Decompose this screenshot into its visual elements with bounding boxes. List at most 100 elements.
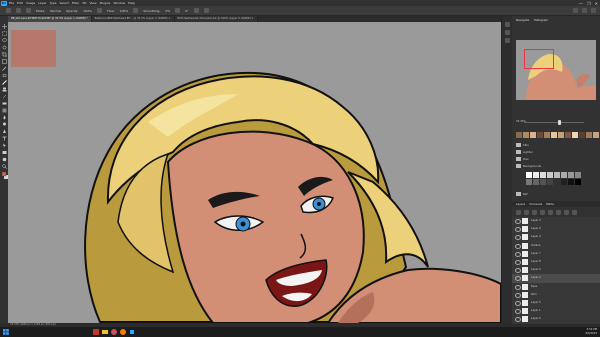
tab-layers[interactable]: Layers [516, 202, 525, 206]
hand-tool-icon[interactable] [2, 157, 7, 162]
visibility-eye-icon[interactable] [515, 301, 521, 306]
mask-icon[interactable] [556, 210, 561, 215]
layer-row[interactable]: Layer 0 [512, 315, 600, 325]
color-swatch[interactable] [572, 132, 578, 138]
visibility-eye-icon[interactable] [515, 292, 521, 298]
rectangle-tool-icon[interactable] [2, 150, 7, 155]
gray-swatch[interactable] [554, 179, 560, 185]
menu-select[interactable]: Select [60, 1, 69, 5]
quick-select-tool-icon[interactable] [2, 45, 7, 50]
browser-icon[interactable] [120, 329, 126, 335]
menu-filter[interactable]: Filter [72, 1, 79, 5]
lock-icon[interactable] [532, 210, 537, 215]
type-tool-icon[interactable] [2, 136, 7, 141]
gray-swatch[interactable] [540, 179, 546, 185]
color-swatch[interactable] [586, 132, 592, 138]
close-button[interactable]: ✕ [595, 1, 598, 6]
menu-type[interactable]: Type [50, 1, 57, 5]
clone-stamp-tool-icon[interactable] [2, 87, 7, 92]
menu-window[interactable]: Window [113, 1, 125, 5]
history-panel-icon[interactable] [505, 22, 510, 27]
eraser-tool-icon[interactable] [2, 101, 7, 106]
color-swatch[interactable] [565, 132, 571, 138]
symmetry-icon[interactable] [203, 8, 209, 13]
taskbar-clock[interactable]: 4:52 PM 9/5/2023 [585, 328, 597, 335]
visibility-eye-icon[interactable] [515, 309, 521, 315]
navigator-view-frame[interactable] [524, 49, 554, 69]
browser-icon[interactable] [111, 329, 117, 335]
gray-swatch[interactable] [561, 172, 567, 178]
menu-layer[interactable]: Layer [38, 1, 46, 5]
color-swatch[interactable] [516, 132, 522, 138]
swatch-folder-hair[interactable]: Hair [516, 156, 529, 162]
visibility-eye-icon[interactable] [515, 243, 521, 249]
new-layer-icon[interactable] [564, 210, 569, 215]
color-swatch[interactable] [537, 132, 543, 138]
link-icon[interactable] [540, 210, 545, 215]
taskbar-app-icon[interactable] [93, 329, 99, 335]
gray-swatch[interactable] [533, 179, 539, 185]
gray-swatch[interactable] [526, 172, 532, 178]
smoothing-value[interactable]: 0% [165, 9, 170, 13]
opacity-value[interactable]: 100% [83, 9, 92, 13]
menu-3d[interactable]: 3D [82, 1, 86, 5]
dodge-tool-icon[interactable] [2, 122, 7, 127]
flow-value[interactable]: 100% [120, 9, 129, 13]
minimize-button[interactable]: — [579, 1, 583, 6]
gray-swatch[interactable] [540, 172, 546, 178]
properties-panel-icon[interactable] [505, 30, 510, 35]
gradient-tool-icon[interactable] [2, 108, 7, 113]
photoshop-taskbar-icon[interactable] [129, 329, 135, 335]
pressure-size-icon[interactable] [193, 8, 199, 13]
blur-tool-icon[interactable] [2, 115, 7, 120]
swatch-folder-backgrounds[interactable]: Backgrounds [516, 163, 541, 169]
airbrush-icon[interactable] [133, 8, 139, 13]
color-swatch[interactable] [551, 132, 557, 138]
gray-swatch[interactable] [547, 179, 553, 185]
zoom-slider-track[interactable] [524, 122, 584, 123]
color-swatch[interactable] [523, 132, 529, 138]
gray-swatch[interactable] [561, 179, 567, 185]
trash-icon[interactable] [572, 210, 577, 215]
brush-settings-icon[interactable] [505, 38, 510, 43]
swatch-folder-ref[interactable]: Ref [516, 191, 528, 197]
tab-channels[interactable]: Channels [529, 202, 542, 206]
crop-tool-icon[interactable] [1, 52, 7, 57]
mode-select[interactable]: Normal [50, 9, 61, 13]
pressure-opacity-icon[interactable] [96, 8, 102, 13]
tab-navigator[interactable]: Navigator [516, 18, 530, 22]
menu-image[interactable]: Image [26, 1, 35, 5]
fx-icon[interactable] [548, 210, 553, 215]
history-brush-tool-icon[interactable] [2, 94, 7, 99]
swatch-folder-lighter[interactable]: Lighter [516, 149, 533, 155]
visibility-eye-icon[interactable] [515, 276, 521, 282]
zoom-tool-icon[interactable] [1, 164, 7, 169]
tab-paths[interactable]: Paths [546, 202, 554, 206]
zoom-slider-handle[interactable] [558, 120, 561, 125]
gray-swatch[interactable] [554, 172, 560, 178]
share-icon[interactable] [591, 8, 596, 13]
navigator-thumbnail[interactable] [516, 40, 596, 100]
eyedropper-tool-icon[interactable] [1, 66, 7, 71]
visibility-eye-icon[interactable] [515, 268, 521, 274]
color-swatch[interactable] [558, 132, 564, 138]
pen-tool-icon[interactable] [2, 129, 7, 134]
canvas-area[interactable] [8, 22, 501, 323]
menu-view[interactable]: View [89, 1, 96, 5]
menu-edit[interactable]: Edit [17, 1, 23, 5]
workspace-icon[interactable] [582, 8, 587, 13]
smoothing-settings-icon[interactable] [175, 8, 181, 13]
menu-plugins[interactable]: Plugins [100, 1, 111, 5]
gray-swatch[interactable] [547, 172, 553, 178]
windows-start-icon[interactable] [3, 329, 9, 335]
gray-swatch[interactable] [533, 172, 539, 178]
visibility-eye-icon[interactable] [515, 251, 521, 257]
home-icon[interactable] [6, 8, 11, 13]
swatch-folder-skin[interactable]: Skin [516, 142, 529, 148]
gray-swatch[interactable] [575, 172, 581, 178]
lasso-tool-icon[interactable] [1, 38, 7, 43]
menu-help[interactable]: Help [128, 1, 135, 5]
color-swatch[interactable] [579, 132, 585, 138]
path-selection-tool-icon[interactable] [2, 143, 7, 148]
visibility-eye-icon[interactable] [515, 317, 521, 323]
